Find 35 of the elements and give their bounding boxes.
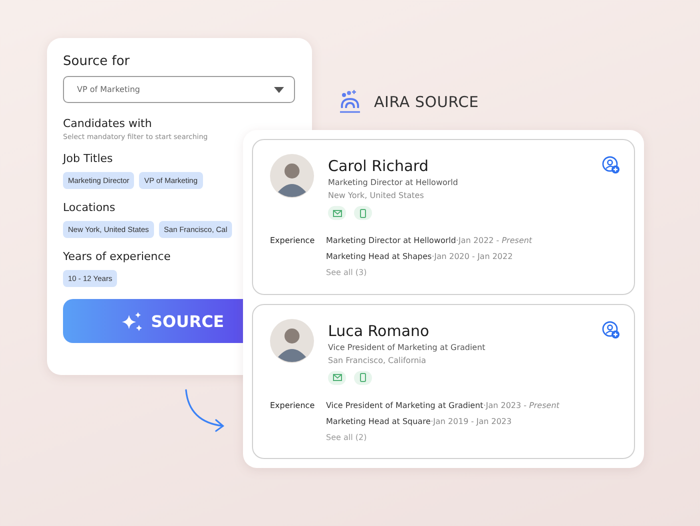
experience-label: Experience [270, 236, 316, 247]
section-title: Candidates with [63, 117, 153, 130]
filter-label: Years of experience [63, 250, 172, 263]
avatar [270, 154, 314, 198]
experience-entry: Marketing Head at Shapes·Jan 2020 - Jan 2022 [326, 252, 514, 261]
role-dropdown[interactable]: VP of Marketing [63, 76, 295, 103]
email-button[interactable] [328, 206, 346, 220]
experience-entry: Marketing Head at Square·Jan 2019 - Jan 2023 [326, 416, 513, 426]
candidate-name: Luca Romano [328, 322, 430, 340]
candidate-headline: Marketing Director at Helloworld [328, 178, 458, 187]
add-person-icon[interactable] [602, 320, 620, 338]
brand-name: AIRA SOURCE [374, 93, 479, 111]
mail-icon [332, 374, 342, 381]
add-person-icon[interactable] [602, 156, 620, 174]
logo-icon [338, 90, 362, 114]
experience-entry: Vice President of Marketing at Gradient·Jan 2023 - Present [326, 400, 560, 410]
avatar [270, 318, 314, 362]
caret-icon [274, 86, 284, 92]
phone-button[interactable] [354, 370, 372, 384]
candidate-location: San Francisco, California [328, 356, 428, 364]
candidate-name: Carol Richard [328, 157, 430, 175]
candidate-location: New York, United States [328, 191, 425, 200]
sparkle-icon [121, 311, 143, 331]
filter-label: Locations [63, 201, 116, 214]
phone-icon [360, 208, 366, 218]
mail-icon [332, 210, 342, 216]
phone-icon [360, 373, 366, 382]
candidate-headline: Vice President of Marketing at Gradient [328, 342, 486, 352]
email-button[interactable] [328, 370, 346, 384]
filter-label: Job Titles [63, 152, 114, 165]
experience-entry: Marketing Director at Helloworld·Jan 2022 - Present [326, 236, 532, 245]
experience-label: Experience [270, 400, 316, 412]
filter-title: Source for [63, 54, 131, 69]
phone-button[interactable] [354, 206, 372, 220]
source-button[interactable]: SOURCE [63, 299, 243, 343]
